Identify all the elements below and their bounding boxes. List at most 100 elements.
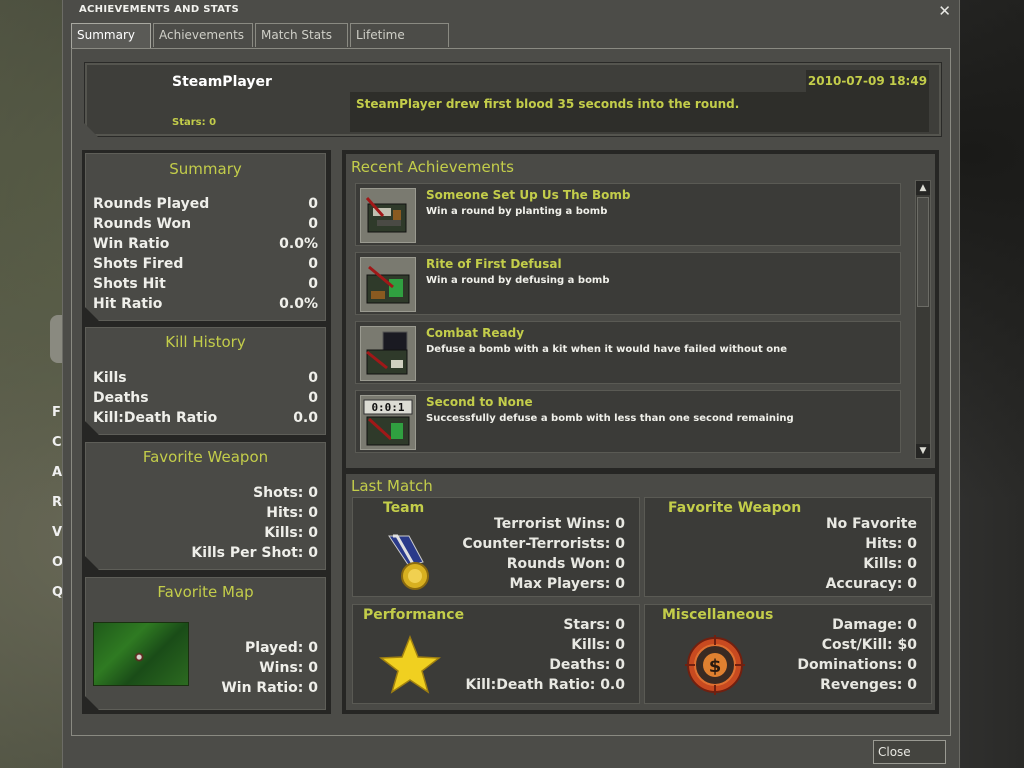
close-icon[interactable]: ✕ xyxy=(938,2,951,20)
stat-row: Shots Hit 0 xyxy=(93,276,318,296)
stat-row: Kill:Death Ratio: 0.0 xyxy=(465,677,625,697)
stat-value: 0 xyxy=(308,660,318,676)
achievement-description: Win a round by defusing a bomb xyxy=(426,275,610,286)
stat-row: Terrorist Wins: 0 xyxy=(494,516,625,536)
dialog-titlebar[interactable]: ACHIEVEMENTS AND STATS ✕ xyxy=(63,0,959,20)
money-target-icon: $ xyxy=(685,635,745,699)
stat-value: 0 xyxy=(308,545,318,561)
stat-label: Damage: xyxy=(832,617,908,633)
stat-row: Counter-Terrorists: 0 xyxy=(462,536,625,556)
datetime-badge: 2010-07-09 18:49 xyxy=(806,70,929,92)
message-box: SteamPlayer drew first blood 35 seconds … xyxy=(350,92,929,132)
scroll-thumb[interactable] xyxy=(917,197,929,307)
stat-row: Kills: 0 xyxy=(93,525,318,545)
last-match-panel: Last Match Team Terrorist Wins: 0 Counte… xyxy=(346,474,935,710)
stat-label: Rounds Won: xyxy=(506,556,616,572)
summary-panel: Summary Rounds Played 0 Rounds Won 0 Win R… xyxy=(85,153,326,321)
miscellaneous-panel: Miscellaneous $ Damage: 0 Cost/Kill: $0 … xyxy=(644,604,932,704)
achievement-description: Defuse a bomb with a kit when it would h… xyxy=(426,344,788,355)
stat-value: 0 xyxy=(615,556,625,572)
bomb-plant-icon xyxy=(360,188,416,243)
stat-value: 0 xyxy=(615,516,625,532)
achievements-dialog: ACHIEVEMENTS AND STATS ✕ Summary Achieve… xyxy=(62,0,960,768)
favorite-weapon-title: Favorite Weapon xyxy=(142,448,269,466)
tab-summary[interactable]: Summary xyxy=(71,23,151,48)
stat-label: Hit Ratio xyxy=(93,296,163,312)
stat-row: Wins: 0 xyxy=(93,660,318,680)
scroll-up-icon[interactable]: ▲ xyxy=(916,181,930,195)
stat-row: Win Ratio 0.0% xyxy=(93,236,318,256)
stat-value: 0.0 xyxy=(600,677,625,693)
favorite-map-title: Favorite Map xyxy=(157,583,254,601)
stat-label: Revenges: xyxy=(820,677,908,693)
stat-row: Cost/Kill: $0 xyxy=(822,637,917,657)
stat-row: Kill:Death Ratio 0.0 xyxy=(93,410,318,430)
stat-label: Dominations: xyxy=(797,657,908,673)
stat-value: $0 xyxy=(897,637,917,653)
stat-value: 0 xyxy=(615,657,625,673)
stat-value: 0 xyxy=(907,556,917,572)
team-panel: Team Terrorist Wins: 0 Counter-Terrorist… xyxy=(352,497,640,597)
close-button[interactable]: Close xyxy=(873,740,946,764)
stat-value: 0 xyxy=(308,505,318,521)
scroll-down-icon[interactable]: ▼ xyxy=(916,444,930,458)
stat-label: Rounds Played xyxy=(93,196,210,212)
player-header: SteamPlayer Stars: 0 2010-07-09 18:49 St… xyxy=(84,62,942,137)
stat-value: 0 xyxy=(615,576,625,592)
stat-label: Max Players: xyxy=(509,576,616,592)
achievement-scrollbar[interactable]: ▲ ▼ xyxy=(915,180,931,459)
stat-value: 0 xyxy=(308,256,318,272)
player-name: SteamPlayer xyxy=(172,74,272,90)
achievement-description: Win a round by planting a bomb xyxy=(426,206,608,217)
achievement-item[interactable]: Someone Set Up Us The Bomb Win a round b… xyxy=(355,183,901,246)
tab-match-stats[interactable]: Match Stats xyxy=(255,23,348,47)
achievement-name: Someone Set Up Us The Bomb xyxy=(426,188,631,202)
last-match-weapon-panel: Favorite Weapon No Favorite Hits: 0 Kill… xyxy=(644,497,932,597)
stat-row: Accuracy: 0 xyxy=(826,576,917,596)
stat-row: Kills Per Shot: 0 xyxy=(93,545,318,565)
stat-row: Rounds Won 0 xyxy=(93,216,318,236)
stat-row: Win Ratio: 0 xyxy=(93,680,318,700)
stat-label: Kills Per Shot: xyxy=(191,545,309,561)
last-match-weapon-title: Favorite Weapon xyxy=(668,500,802,516)
tab-achievements[interactable]: Achievements xyxy=(153,23,253,47)
performance-title: Performance xyxy=(363,607,465,623)
stat-row: Deaths 0 xyxy=(93,390,318,410)
star-icon xyxy=(378,634,442,699)
stat-label: Kill:Death Ratio: xyxy=(465,677,601,693)
bomb-timer-icon: 0:0:1 xyxy=(360,395,416,450)
achievement-description: Successfully defuse a bomb with less tha… xyxy=(426,413,794,424)
tab-lifetime-stats[interactable]: Lifetime Stats xyxy=(350,23,449,65)
stat-value: 0 xyxy=(615,536,625,552)
stat-value: 0 xyxy=(907,576,917,592)
stat-value: 0 xyxy=(308,525,318,541)
team-title: Team xyxy=(383,500,425,516)
medal-icon xyxy=(383,534,433,596)
stat-label: Rounds Won xyxy=(93,216,192,232)
stat-label: Win Ratio xyxy=(93,236,170,252)
stat-value: 0 xyxy=(907,677,917,693)
stat-value: 0.0% xyxy=(279,236,318,252)
achievement-item[interactable]: Combat Ready Defuse a bomb with a kit wh… xyxy=(355,321,901,384)
kill-history-panel: Kill History Kills 0 Deaths 0 Kill:Death R… xyxy=(85,327,326,435)
stat-label: Kills xyxy=(93,370,127,386)
stat-row: Rounds Won: 0 xyxy=(507,556,625,576)
achievement-item[interactable]: 0:0:1 Second to None Successfully defuse… xyxy=(355,390,901,453)
achievement-item[interactable]: Rite of First Defusal Win a round by def… xyxy=(355,252,901,315)
stat-value: 0 xyxy=(308,196,318,212)
stat-label: Terrorist Wins: xyxy=(494,516,616,532)
recent-achievements-panel: Recent Achievements Someone Set Up Us Th… xyxy=(346,154,935,468)
stat-row: Stars: 0 xyxy=(563,617,625,637)
stat-label: Accuracy: xyxy=(825,576,908,592)
stat-row: Revenges: 0 xyxy=(820,677,917,697)
right-column: Recent Achievements Someone Set Up Us Th… xyxy=(342,150,939,714)
stat-row: Hits: 0 xyxy=(93,505,318,525)
stat-label: Played: xyxy=(245,640,309,656)
favorite-map-panel: Favorite Map Played: 0 Wins: 0 Win Ratio… xyxy=(85,577,326,710)
tab-content: SteamPlayer Stars: 0 2010-07-09 18:49 St… xyxy=(71,48,951,736)
stat-label: Kills: xyxy=(863,556,908,572)
stat-row: Played: 0 xyxy=(93,640,318,660)
stat-label: Kills: xyxy=(264,525,309,541)
defuse-kit-icon xyxy=(360,326,416,381)
miscellaneous-title: Miscellaneous xyxy=(662,607,774,623)
